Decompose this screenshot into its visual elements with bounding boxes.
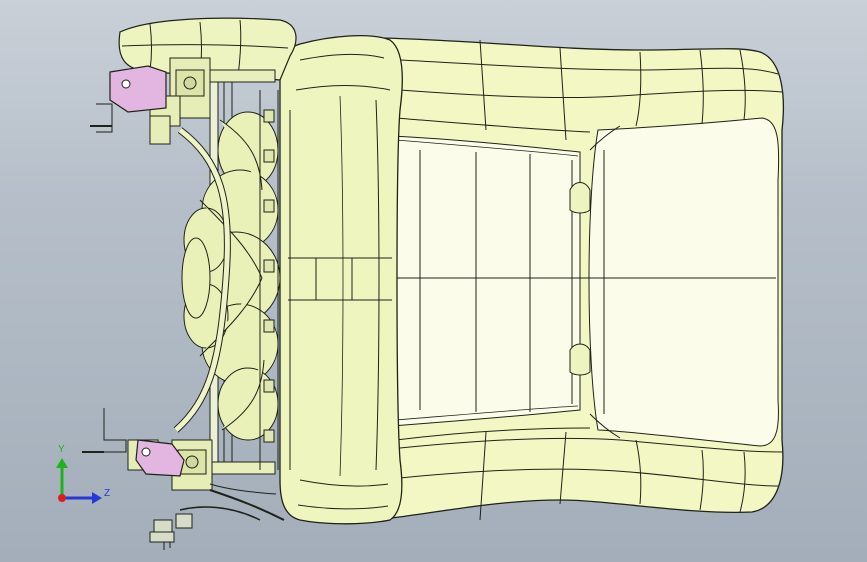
frame-rail-top xyxy=(204,69,276,83)
wire-connector xyxy=(149,506,261,550)
y-axis-label: Y xyxy=(58,444,65,455)
cad-viewport[interactable]: Y Z xyxy=(0,0,867,562)
axis-triad xyxy=(56,458,102,504)
cushion-right-panel xyxy=(588,117,780,447)
z-axis-label: Z xyxy=(104,488,111,499)
frame-rail-bottom xyxy=(204,461,276,475)
axis-origin xyxy=(58,494,66,502)
top-bracket xyxy=(109,65,167,113)
seat-model[interactable] xyxy=(0,0,867,562)
